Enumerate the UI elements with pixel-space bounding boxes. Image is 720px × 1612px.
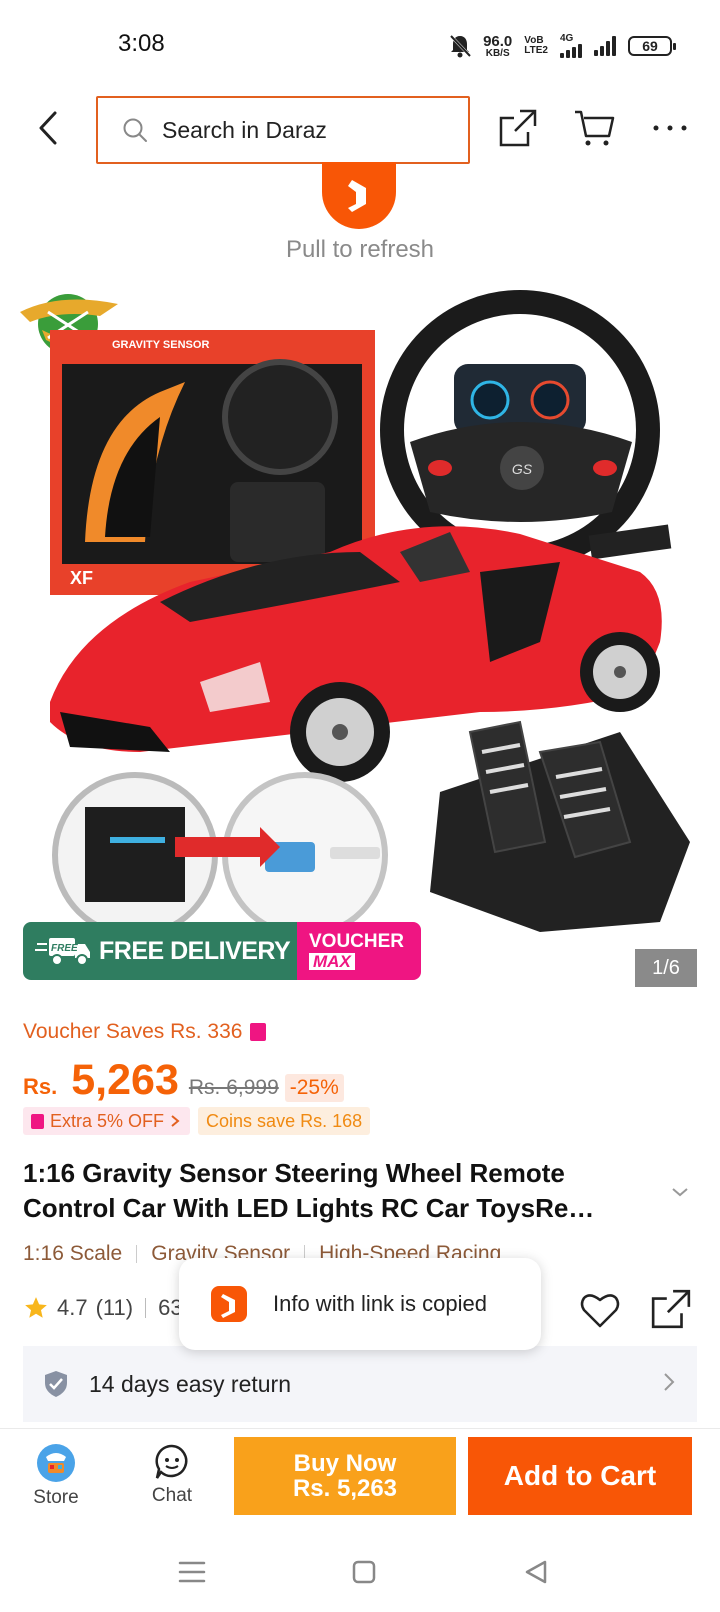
buy-now-price: Rs. 5,263 [292, 1475, 398, 1502]
rating-value: 4.7 [57, 1295, 88, 1320]
product-illustration: GRAVITY SENSOR XF GS [20, 290, 690, 938]
network-label: 4G [560, 33, 574, 44]
more-options-button[interactable] [648, 106, 692, 150]
voucher-icon [31, 1113, 44, 1129]
status-time: 3:08 [118, 30, 165, 57]
buy-now-label: Buy Now [293, 1449, 397, 1477]
signal-icon [560, 44, 582, 58]
battery-level: 69 [642, 38, 658, 54]
chevron-down-icon[interactable] [668, 1180, 692, 1204]
triangle-back-icon [525, 1560, 547, 1584]
bottom-action-bar: Store Chat Buy Now Rs. 5,263 Add to Cart [0, 1428, 720, 1532]
feature-tag: 1:16 Scale [23, 1242, 123, 1265]
square-home-icon [352, 1560, 376, 1584]
voucher-icon [250, 1023, 267, 1041]
menu-lines-icon [178, 1561, 206, 1583]
image-counter: 1/6 [635, 949, 697, 987]
voucher-max-section: VOUCHER MAX [297, 922, 421, 980]
add-to-cart-button[interactable]: Add to Cart [468, 1437, 692, 1515]
chat-icon [155, 1444, 188, 1479]
heart-icon [580, 1294, 620, 1328]
chevron-left-icon [39, 111, 57, 145]
wishlist-button[interactable] [578, 1288, 622, 1332]
original-price: Rs. 6,999 [188, 1076, 279, 1099]
battery-inset [52, 772, 388, 938]
back-button[interactable] [28, 106, 68, 150]
pedals [430, 720, 690, 932]
review-count: (11) [95, 1295, 134, 1320]
current-price: 5,263 [71, 1056, 179, 1104]
more-dots-icon [653, 125, 687, 131]
voucher-saves-text: Voucher Saves Rs. 336 [23, 1020, 243, 1043]
volte-bottom: LTE2 [524, 45, 548, 56]
shield-check-icon [45, 1371, 67, 1397]
volte-indicator: VoB LTE2 [524, 35, 548, 57]
steering-wheel: GS [380, 290, 672, 570]
rating-row[interactable]: 4.7 (11) 63 [23, 1295, 183, 1321]
copied-toast: Info with link is copied [179, 1258, 541, 1350]
network-4g-indicator: 4G [560, 34, 582, 58]
product-image[interactable]: GRAVITY SENSOR XF GS [0, 282, 720, 1000]
share-icon [499, 109, 537, 147]
extra-off-tag[interactable]: Extra 5% OFF [23, 1107, 191, 1135]
daraz-app-icon [211, 1286, 247, 1322]
delivery-truck-icon: FREE [35, 938, 90, 966]
return-policy-text: 14 days easy return [89, 1370, 292, 1397]
cart-button[interactable] [572, 106, 616, 150]
store-icon [37, 1444, 75, 1482]
battery-icon: 69 [628, 36, 676, 56]
price-row: Rs. 5,263 Rs. 6,999 -25% [23, 1056, 344, 1105]
pull-to-refresh-label: Pull to refresh [285, 236, 435, 263]
free-delivery-label: FREE DELIVERY [99, 936, 291, 965]
search-icon [123, 118, 147, 142]
status-bar: 3:08 96.0 KB/S VoB LTE2 4G 69 [0, 0, 720, 90]
search-placeholder: Search in Daraz [162, 116, 327, 143]
free-delivery-section: FREE FREE DELIVERY [23, 922, 297, 980]
box-label: GRAVITY SENSOR [112, 339, 209, 351]
daraz-refresh-logo-icon [322, 162, 396, 229]
chevron-right-icon [171, 1115, 180, 1127]
chevron-right-icon [664, 1373, 675, 1391]
max-label: MAX [309, 953, 355, 970]
signal-2-icon [594, 36, 616, 56]
home-button[interactable] [346, 1554, 382, 1590]
star-icon [25, 1297, 47, 1318]
share-button[interactable] [496, 106, 540, 150]
return-policy-row[interactable]: 14 days easy return [23, 1346, 697, 1422]
system-back-button[interactable] [518, 1554, 554, 1590]
net-speed-value: 96.0 [483, 32, 513, 50]
promo-tags: Extra 5% OFF Coins save Rs. 168 [23, 1107, 371, 1135]
chat-label: Chat [151, 1485, 193, 1506]
mute-bell-icon [449, 34, 472, 58]
share-product-button[interactable] [650, 1288, 694, 1332]
price-currency: Rs. [23, 1074, 58, 1099]
discount-badge: -25% [284, 1074, 344, 1102]
free-tag: FREE [51, 943, 78, 954]
divider [145, 1298, 147, 1318]
net-speed-unit: KB/S [485, 47, 510, 59]
voucher-saves[interactable]: Voucher Saves Rs. 336 [23, 1020, 267, 1044]
divider [136, 1245, 138, 1263]
coins-save-text: Coins save Rs. 168 [206, 1110, 363, 1131]
coins-save-tag: Coins save Rs. 168 [198, 1107, 371, 1135]
toast-message: Info with link is copied [273, 1291, 487, 1316]
free-delivery-banner: FREE FREE DELIVERY VOUCHER MAX [23, 922, 421, 980]
search-input[interactable]: Search in Daraz [96, 96, 470, 164]
chat-button[interactable]: Chat [132, 1443, 212, 1507]
voucher-label: VOUCHER [309, 931, 405, 952]
top-bar: Search in Daraz [0, 92, 720, 172]
cart-icon [575, 110, 615, 146]
share-icon [651, 1289, 691, 1329]
net-speed: 96.0 KB/S [483, 34, 512, 59]
product-title[interactable]: 1:16 Gravity Sensor Steering Wheel Remot… [23, 1156, 653, 1226]
buy-now-button[interactable]: Buy Now Rs. 5,263 [234, 1437, 456, 1515]
recents-button[interactable] [174, 1554, 210, 1590]
store-label: Store [33, 1487, 79, 1508]
wheel-badge: GS [512, 461, 533, 477]
box-brand: XF [70, 568, 93, 588]
extra-off-text: Extra 5% OFF [50, 1110, 165, 1131]
store-button[interactable]: Store [16, 1443, 96, 1509]
system-nav-bar [0, 1532, 720, 1612]
status-icons: 96.0 KB/S VoB LTE2 4G 69 [449, 30, 676, 62]
